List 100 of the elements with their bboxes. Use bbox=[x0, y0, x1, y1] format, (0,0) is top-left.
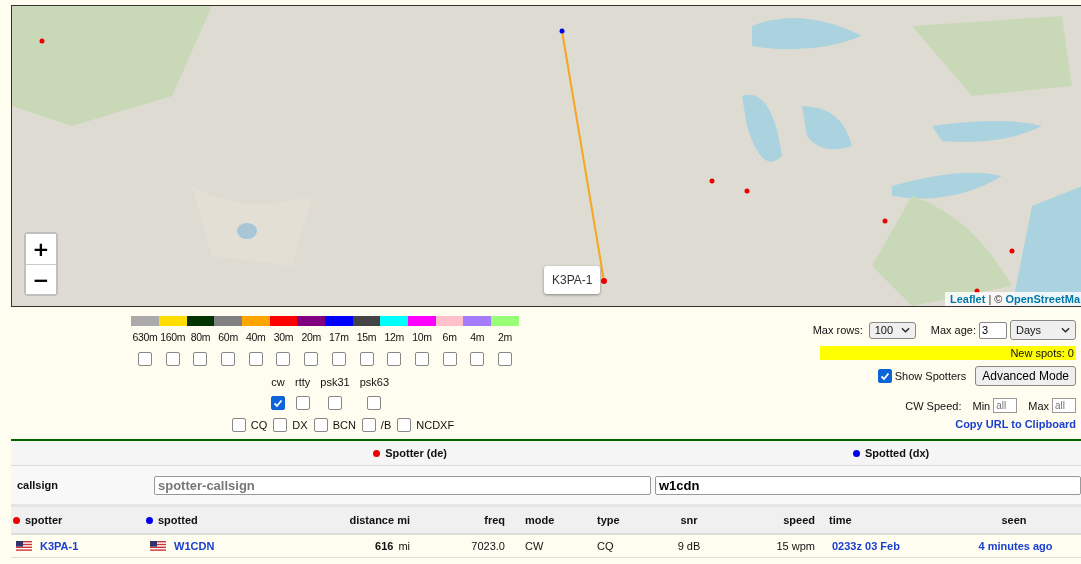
show-spotters-label: Show Spotters bbox=[894, 370, 967, 382]
band-label: 630m bbox=[132, 331, 158, 343]
band-checkbox[interactable] bbox=[359, 352, 374, 366]
time-link[interactable]: 0233z 03 Feb bbox=[832, 540, 900, 552]
band-label: 80m bbox=[190, 331, 211, 343]
source-link[interactable]: OpenStreetMa bbox=[1005, 293, 1080, 305]
mode-checkbox[interactable] bbox=[367, 396, 382, 410]
table-cell: CW bbox=[525, 540, 544, 552]
band-checkbox[interactable] bbox=[276, 352, 291, 366]
type-label: DX bbox=[292, 419, 308, 431]
type-checkbox[interactable] bbox=[313, 418, 328, 432]
column-header: spotted bbox=[158, 514, 198, 526]
mode-label: psk63 bbox=[359, 376, 389, 388]
max-speed-field[interactable]: all bbox=[1052, 398, 1076, 413]
table-cell: 15 wpm bbox=[776, 540, 815, 552]
callsign-label: callsign bbox=[16, 479, 59, 491]
spotted-heading: Spotted (dx) bbox=[865, 447, 930, 459]
mode-checkbox[interactable] bbox=[271, 396, 285, 410]
band-label: 17m bbox=[329, 331, 349, 343]
band-label: 15m bbox=[356, 331, 377, 343]
advanced-mode-button[interactable]: Advanced Mode bbox=[975, 366, 1076, 386]
band-checkbox[interactable] bbox=[248, 352, 263, 366]
column-header: mode bbox=[525, 514, 555, 526]
age-unit-select[interactable]: Days bbox=[1010, 320, 1076, 340]
column-header: type bbox=[597, 514, 620, 526]
copy-url-link[interactable]: Copy URL to Clipboard bbox=[955, 418, 1076, 430]
attribution-separator: | © bbox=[988, 293, 1003, 305]
cw-speed-label: CW Speed: bbox=[905, 399, 962, 412]
band-label: 160m bbox=[160, 331, 186, 343]
spotter-dot-icon bbox=[373, 449, 381, 457]
mode-label: psk31 bbox=[320, 376, 350, 388]
band-checkbox[interactable] bbox=[414, 352, 429, 366]
type-checkbox[interactable] bbox=[273, 418, 288, 432]
column-header: snr bbox=[680, 514, 698, 526]
type-label: CQ bbox=[250, 419, 268, 431]
spotted-dot-icon bbox=[853, 449, 860, 457]
spotter-dot-icon bbox=[13, 516, 20, 524]
distance-unit: mi bbox=[398, 540, 410, 552]
band-label: 4m bbox=[470, 331, 485, 343]
type-checkbox[interactable] bbox=[361, 418, 376, 432]
type-label: BCN bbox=[332, 419, 356, 431]
spotter-callsign-field[interactable]: spotter-callsign bbox=[154, 475, 651, 495]
max-age-field[interactable]: 3 bbox=[979, 321, 1007, 339]
mode-label: cw bbox=[271, 376, 285, 388]
type-label: NCDXF bbox=[416, 419, 455, 431]
mode-label: rtty bbox=[295, 376, 311, 388]
band-checkbox[interactable] bbox=[221, 352, 236, 366]
band-checkbox[interactable] bbox=[331, 352, 346, 366]
band-label: 2m bbox=[497, 331, 512, 343]
zoom-out-button[interactable]: − bbox=[26, 264, 56, 294]
band-checkbox[interactable] bbox=[138, 352, 153, 366]
spotted-callsign-field[interactable]: w1cdn bbox=[655, 475, 1081, 495]
band-label: 6m bbox=[442, 331, 457, 343]
leaflet-link[interactable]: Leaflet bbox=[949, 293, 986, 305]
min-label: Min bbox=[972, 399, 991, 412]
table-cell: 7023.0 bbox=[471, 540, 505, 552]
column-header: seen bbox=[1001, 514, 1027, 526]
spotted-link[interactable]: W1CDN bbox=[174, 540, 215, 552]
mode-checkbox[interactable] bbox=[327, 396, 342, 410]
map-tooltip: K3PA-1 bbox=[544, 266, 601, 294]
band-checkbox[interactable] bbox=[387, 352, 402, 366]
band-checkbox[interactable] bbox=[497, 352, 512, 366]
type-label: /B bbox=[380, 419, 392, 431]
table-cell: CQ bbox=[597, 540, 614, 552]
max-rows-label: Max rows: bbox=[812, 324, 863, 336]
band-label: 10m bbox=[412, 331, 432, 343]
band-checkbox[interactable] bbox=[470, 352, 485, 366]
band-checkbox[interactable] bbox=[165, 352, 180, 366]
column-header: speed bbox=[783, 514, 815, 526]
band-checkbox[interactable] bbox=[193, 352, 208, 366]
type-checkbox[interactable] bbox=[397, 418, 412, 432]
chevron-down-icon bbox=[900, 327, 910, 333]
min-speed-field[interactable]: all bbox=[993, 398, 1018, 413]
chevron-down-icon bbox=[1061, 327, 1070, 333]
band-checkbox[interactable] bbox=[304, 352, 319, 366]
column-header: distance mi bbox=[349, 514, 410, 526]
distance-value: 616 bbox=[375, 540, 394, 552]
spotter-heading: Spotter (de) bbox=[385, 447, 447, 459]
band-label: 40m bbox=[246, 331, 266, 343]
flag-icon bbox=[16, 541, 32, 551]
column-header: freq bbox=[484, 514, 505, 526]
band-label: 60m bbox=[218, 331, 238, 343]
show-spotters-checkbox[interactable] bbox=[877, 369, 892, 383]
mode-checkbox[interactable] bbox=[295, 396, 310, 410]
band-label: 30m bbox=[273, 331, 294, 343]
table-cell: 9 dB bbox=[677, 540, 701, 552]
spotted-dot-icon bbox=[146, 516, 153, 524]
column-header: spotter bbox=[25, 514, 63, 526]
flag-icon bbox=[150, 541, 166, 551]
max-label: Max bbox=[1028, 399, 1049, 412]
band-checkbox[interactable] bbox=[442, 352, 457, 366]
type-checkbox[interactable] bbox=[231, 418, 246, 432]
spotter-link[interactable]: K3PA-1 bbox=[40, 540, 79, 552]
max-rows-select[interactable]: 100 bbox=[868, 321, 916, 339]
column-header: time bbox=[829, 514, 852, 526]
new-spots-bar: New spots: 0 bbox=[820, 346, 1076, 360]
band-label: 20m bbox=[301, 331, 321, 343]
max-age-label: Max age: bbox=[930, 324, 976, 336]
seen-link[interactable]: 4 minutes ago bbox=[978, 540, 1053, 552]
band-label: 12m bbox=[384, 331, 404, 343]
